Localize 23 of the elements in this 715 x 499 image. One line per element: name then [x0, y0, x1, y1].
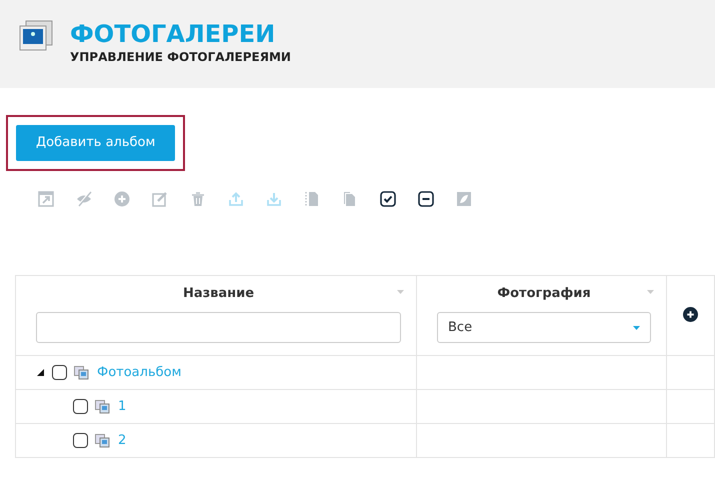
- page-title: ФОТОГАЛЕРЕИ: [70, 20, 276, 48]
- checkbox-checked-icon[interactable]: [380, 190, 396, 206]
- sort-caret-icon[interactable]: [647, 290, 654, 294]
- album-link[interactable]: Фотоальбом: [97, 362, 182, 382]
- sort-caret-icon[interactable]: [397, 290, 404, 294]
- photo-gallery-icon: [18, 20, 54, 52]
- row-checkbox[interactable]: [73, 433, 88, 448]
- page-subtitle: УПРАВЛЕНИЕ ФОТОГАЛЕРЕЯМИ: [70, 49, 291, 66]
- album-icon: [74, 366, 89, 380]
- add-album-button[interactable]: Добавить альбом: [16, 125, 176, 160]
- row-checkbox[interactable]: [73, 399, 88, 414]
- caret-icon: [633, 326, 640, 330]
- album-link[interactable]: 2: [118, 430, 126, 450]
- album-icon: [95, 400, 110, 414]
- filter-dropdown[interactable]: Все: [437, 312, 651, 343]
- checkbox-minus-icon[interactable]: [418, 190, 434, 206]
- expander-icon[interactable]: [37, 369, 44, 376]
- column-header[interactable]: Фотография: [437, 284, 651, 303]
- add-column-icon[interactable]: [683, 307, 698, 322]
- album-link[interactable]: 1: [118, 396, 126, 416]
- filter-field[interactable]: [36, 312, 401, 343]
- row-checkbox[interactable]: [52, 365, 67, 380]
- album-icon: [95, 434, 110, 448]
